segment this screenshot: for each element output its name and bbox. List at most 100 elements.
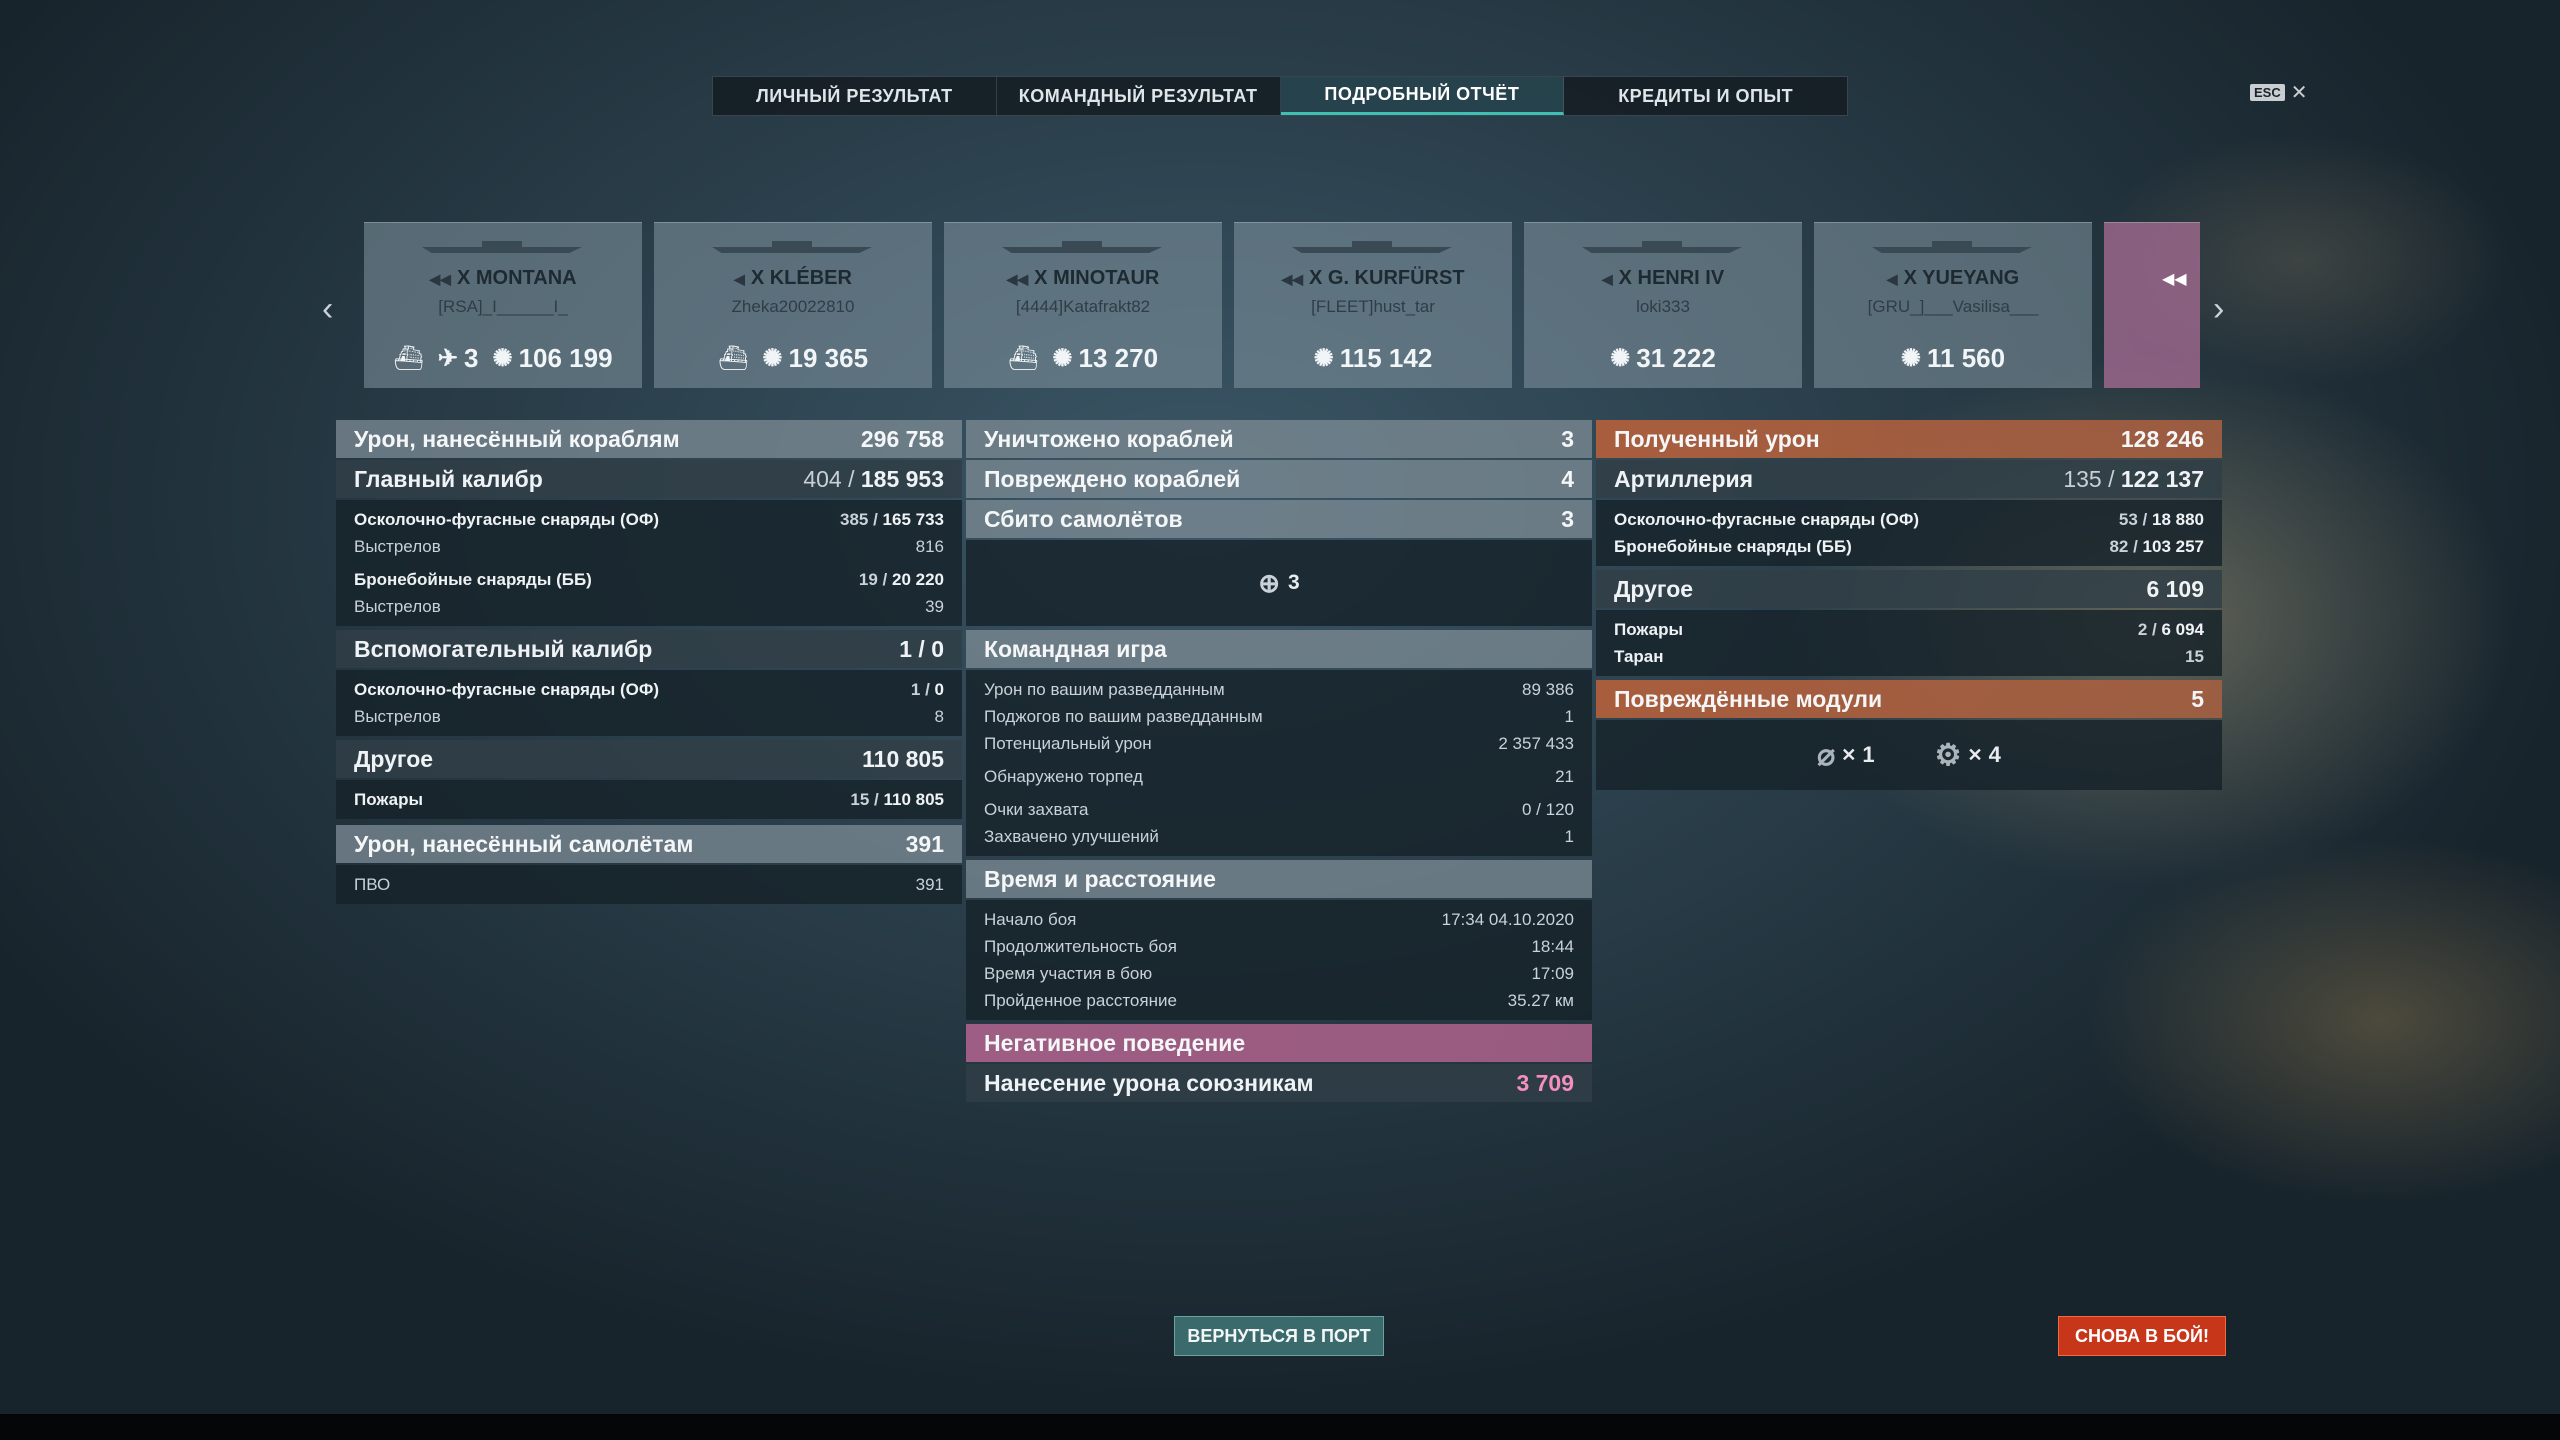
header-value: 391 xyxy=(905,830,944,857)
damage-value: 20 220 xyxy=(892,569,944,589)
hits-value: 385 xyxy=(840,509,869,529)
ships-destroyed-header: Уничтожено кораблей 3 xyxy=(966,420,1592,458)
ship-card-g-kurfurst[interactable]: ◀◀ X G. KURFÜRST [FLEET]hust_tar ✺ 115 142 xyxy=(1234,222,1512,388)
battle-again-button[interactable]: СНОВА В БОЙ! xyxy=(2058,1316,2226,1356)
header-label: Уничтожено кораблей xyxy=(984,425,1234,452)
plane-shot-icon: ✈ xyxy=(437,345,458,372)
fires-row: Пожары 15 / 110 805 xyxy=(354,789,944,809)
ship-name: MONTANA xyxy=(475,267,577,289)
battleship-class-icon: ◀◀ xyxy=(1281,271,1303,287)
ap-shells-row: Бронебойные снаряды (ББ) 82 / 103 257 xyxy=(1614,536,2204,556)
row-label: Главный калибр xyxy=(354,465,543,492)
other-damage-row: Другое 110 805 xyxy=(336,740,962,778)
tab-team-result[interactable]: КОМАНДНЫЙ РЕЗУЛЬТАТ xyxy=(997,77,1281,115)
ship-card-montana[interactable]: ◀◀ X MONTANA [RSA]_I______I_ ⛴ ✈ 3 ✺ 106 19… xyxy=(364,222,642,388)
destroyer-class-icon: ◀ xyxy=(1886,271,1898,287)
ship-card-henri-iv[interactable]: ◀ X HENRI IV loki333 ✺ 31 222 xyxy=(1524,222,1802,388)
bottom-bar xyxy=(0,1414,2560,1440)
damage-icon: ✺ xyxy=(1313,345,1334,372)
row-label: Потенциальный урон xyxy=(984,733,1152,753)
row-label: Осколочно-фугасные снаряды (ОФ) xyxy=(354,509,660,529)
shots-row: Выстрелов 39 xyxy=(354,593,944,620)
tab-credits-xp[interactable]: КРЕДИТЫ И ОПЫТ xyxy=(1564,77,1847,115)
damage-value: 13 270 xyxy=(1078,343,1159,373)
hits-value: 82 xyxy=(2109,536,2129,556)
row-value: 35.27 км xyxy=(1507,990,1574,1010)
spotting-fires-row: Поджогов по вашим разведданным 1 xyxy=(984,703,1574,730)
ship-card-partial[interactable]: ◀◀ xyxy=(2104,222,2200,388)
row-label: Пожары xyxy=(1614,619,1683,639)
team-play-details: Урон по вашим разведданным 89 386 Поджого… xyxy=(966,670,1592,856)
crosshair-icon: ⊕ xyxy=(1258,567,1281,598)
player-name: [GRU_]___Vasilisa___ xyxy=(1867,297,2039,316)
row-label: Таран xyxy=(1614,646,1664,666)
close-icon: ✕ xyxy=(2290,82,2308,104)
shots-row: Выстрелов 816 xyxy=(354,533,944,560)
torpedoes-spotted-row: Обнаружено торпед 21 xyxy=(984,763,1574,790)
row-value: 2 357 433 xyxy=(1498,733,1574,753)
hits-value: 2 xyxy=(2137,619,2148,639)
planes-shot-header: Сбито самолётов 3 xyxy=(966,500,1592,538)
cruiser-class-icon: ◀◀ xyxy=(1006,271,1029,287)
artillery-details: Осколочно-фугасные снаряды (ОФ) 53 / 18 … xyxy=(1596,500,2222,566)
damage-value: 0 xyxy=(931,635,944,662)
header-value: 3 xyxy=(1561,425,1574,452)
damage-value: 115 142 xyxy=(1339,343,1433,373)
damage-value: 106 199 xyxy=(518,343,613,373)
damage-value: 0 xyxy=(934,679,944,699)
row-value: 8 xyxy=(934,706,944,726)
row-label: Пожары xyxy=(354,789,423,809)
row-value: 15 xyxy=(2185,646,2204,666)
ship-card-yueyang[interactable]: ◀ X YUEYANG [GRU_]___Vasilisa___ ✺ 11 560 xyxy=(1814,222,2092,388)
esc-key-label: ESC xyxy=(2250,84,2285,101)
main-battery-details: Осколочно-фугасные снаряды (ОФ) 385 / 16… xyxy=(336,500,962,626)
row-value: 816 xyxy=(915,536,944,556)
row-value: 89 386 xyxy=(1522,679,1574,699)
row-value: 110 805 xyxy=(862,745,944,772)
module-count: 4 xyxy=(1988,742,2001,767)
tab-detailed-report[interactable]: ПОДРОБНЫЙ ОТЧЁТ xyxy=(1280,77,1565,115)
planes-shot-box: ⊕ 3 xyxy=(966,540,1592,626)
header-label: Урон, нанесённый кораблям xyxy=(354,425,680,452)
ap-shells-row: Бронебойные снаряды (ББ) 19 / 20 220 xyxy=(354,569,944,589)
header-label: Полученный урон xyxy=(1614,425,1820,452)
tab-personal-result[interactable]: ЛИЧНЫЙ РЕЗУЛЬТАТ xyxy=(713,77,997,115)
potential-damage-row: Потенциальный урон 2 357 433 xyxy=(984,730,1574,757)
ship-name: G. KURFÜRST xyxy=(1327,267,1465,289)
damage-received-panel: Полученный урон 128 246 Артиллерия 135 /… xyxy=(1596,420,2222,790)
header-label: Командная игра xyxy=(984,635,1167,662)
return-to-port-button[interactable]: ВЕРНУТЬСЯ В ПОРТ xyxy=(1174,1316,1384,1356)
ship-card-minotaur[interactable]: ◀◀ X MINOTAUR [4444]Katafrakt82 ⛴ ✺ 13 270 xyxy=(944,222,1222,388)
artillery-row: Артиллерия 135 / 122 137 xyxy=(1596,460,2222,498)
result-tabs: ЛИЧНЫЙ РЕЗУЛЬТАТ КОМАНДНЫЙ РЕЗУЛЬТАТ ПОД… xyxy=(712,76,1848,116)
ship-tier: X xyxy=(1618,267,1632,289)
row-label: ПВО xyxy=(354,874,391,894)
row-label: Другое xyxy=(1614,575,1694,602)
damage-dealt-panel: Урон, нанесённый кораблям 296 758 Главны… xyxy=(336,420,962,908)
damage-value: 6 094 xyxy=(2161,619,2204,639)
distance-row: Пройденное расстояние 35.27 км xyxy=(984,987,1574,1014)
row-label: Захвачено улучшений xyxy=(984,826,1159,846)
hits-value: 15 xyxy=(850,789,870,809)
row-value: 17:09 xyxy=(1531,963,1574,983)
carousel-next-arrow-icon[interactable]: › xyxy=(2213,290,2224,329)
ship-tier: X xyxy=(1308,267,1323,289)
battle-duration-row: Продолжительность боя 18:44 xyxy=(984,933,1574,960)
row-label: Очки захвата xyxy=(984,799,1089,819)
close-button[interactable]: ESC ✕ xyxy=(2250,80,2308,105)
damage-icon: ✺ xyxy=(1052,345,1073,372)
ship-card-kleber[interactable]: ◀ X KLÉBER Zheka20022810 ⛴ ✺ 19 365 xyxy=(654,222,932,388)
plane-damage-header: Урон, нанесённый самолётам 391 xyxy=(336,825,962,863)
carousel-prev-arrow-icon[interactable]: ‹ xyxy=(322,290,333,329)
damage-icon: ✺ xyxy=(1610,345,1631,372)
damaged-modules-box: ⌀ ✕ 1 ⚙ ✕ 4 xyxy=(1596,720,2222,790)
row-label: Начало боя xyxy=(984,909,1077,929)
plane-damage-details: ПВО 391 xyxy=(336,865,962,904)
time-in-battle-row: Время участия в бою 17:09 xyxy=(984,960,1574,987)
cross-icon: ✕ xyxy=(1841,744,1857,765)
header-value: 128 246 xyxy=(2120,425,2204,452)
damage-icon: ✺ xyxy=(1900,345,1921,372)
damage-icon: ✺ xyxy=(492,345,513,372)
hits-value: 19 xyxy=(858,569,878,589)
row-label: Пройденное расстояние xyxy=(984,990,1177,1010)
